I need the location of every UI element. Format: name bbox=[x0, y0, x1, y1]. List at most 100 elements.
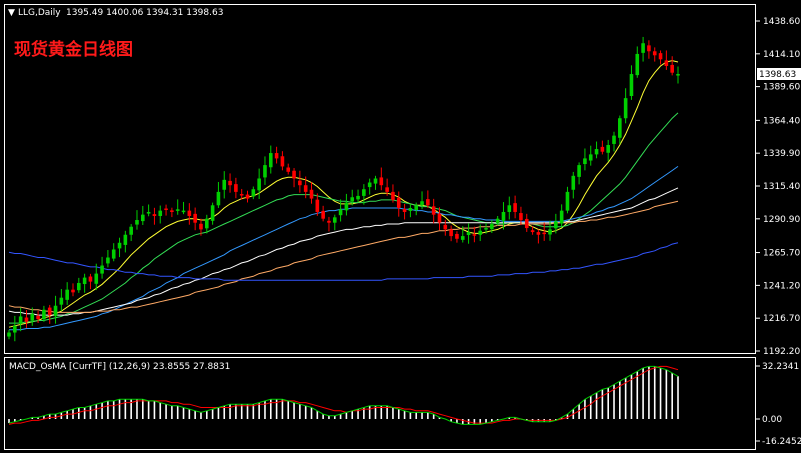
symbol-marker-icon[interactable]: ▼ bbox=[8, 8, 15, 18]
candle-body bbox=[106, 257, 110, 264]
candle-body bbox=[635, 53, 640, 76]
candle-body bbox=[618, 118, 622, 138]
macd-axis-zero: 0.00 bbox=[762, 415, 782, 425]
candle-body bbox=[379, 177, 384, 186]
candle-body bbox=[141, 214, 145, 222]
candle-body bbox=[82, 277, 87, 285]
candle-body bbox=[629, 74, 634, 96]
candle-body bbox=[234, 184, 238, 192]
candle-body bbox=[42, 309, 46, 320]
candle-body bbox=[647, 45, 651, 52]
candle-body bbox=[36, 315, 40, 320]
candle-body bbox=[100, 265, 104, 274]
candle-body bbox=[251, 189, 256, 197]
candle-body bbox=[530, 230, 535, 233]
candle-body bbox=[152, 214, 157, 216]
candle-body bbox=[385, 187, 389, 192]
candle-body bbox=[309, 189, 314, 199]
candle-body bbox=[519, 213, 523, 221]
candle-body bbox=[94, 273, 99, 284]
price-axis-label: 1192.20 bbox=[763, 347, 800, 357]
candle-body bbox=[123, 234, 128, 245]
candle-body bbox=[548, 229, 552, 235]
candle-body bbox=[559, 210, 564, 224]
candle-body bbox=[373, 178, 378, 184]
candle-body bbox=[455, 233, 459, 239]
candle-body bbox=[129, 226, 133, 235]
candle-body bbox=[245, 194, 250, 199]
candle-body bbox=[228, 180, 232, 186]
candle-body bbox=[274, 153, 279, 159]
macd-axis-max: 32.2341 bbox=[762, 362, 799, 372]
candle-body bbox=[199, 223, 203, 230]
candle-body bbox=[443, 224, 448, 230]
price-axis-label: 1290.90 bbox=[763, 215, 800, 225]
candle-body bbox=[7, 332, 11, 337]
candle-body bbox=[420, 201, 424, 206]
price-axis-label: 1389.60 bbox=[763, 83, 800, 93]
macd-axis-min: -16.2452 bbox=[762, 437, 801, 447]
candle-body bbox=[670, 64, 674, 73]
candle-body bbox=[600, 146, 605, 152]
candle-body bbox=[658, 53, 663, 60]
candle-body bbox=[30, 313, 35, 321]
symbol-label: LLG,Daily bbox=[18, 8, 61, 18]
candle-body bbox=[338, 209, 343, 216]
macd-label: MACD_OsMA [CurrTF] (12,26,9) 23.8555 27.… bbox=[9, 362, 230, 372]
price-axis-label: 1438.60 bbox=[763, 17, 800, 27]
candle-body bbox=[65, 289, 69, 300]
candle-body bbox=[676, 74, 680, 76]
candle-body bbox=[158, 210, 163, 216]
candle-body bbox=[536, 232, 541, 235]
ohlc-values: 1395.49 1400.06 1394.31 1398.63 bbox=[66, 8, 223, 18]
price-axis-label: 1315.40 bbox=[763, 182, 800, 192]
candle-body bbox=[13, 325, 17, 333]
candle-body bbox=[356, 195, 360, 200]
candle-body bbox=[170, 210, 174, 212]
candle-body bbox=[181, 210, 186, 213]
candle-body bbox=[175, 209, 180, 211]
candle-body bbox=[623, 98, 628, 119]
candle-body bbox=[59, 297, 64, 305]
candle-body bbox=[204, 218, 209, 229]
candle-body bbox=[146, 211, 151, 214]
candle-body bbox=[542, 232, 546, 235]
candle-body bbox=[216, 191, 221, 206]
candle-body bbox=[484, 228, 488, 230]
price-axis-label: 1364.40 bbox=[763, 116, 800, 126]
candle-body bbox=[315, 199, 320, 212]
price-axis-label: 1265.70 bbox=[763, 249, 800, 259]
candle-body bbox=[135, 220, 139, 225]
candle-body bbox=[321, 210, 325, 219]
candle-body bbox=[53, 305, 58, 317]
candle-body bbox=[408, 207, 413, 211]
candle-body bbox=[460, 236, 465, 240]
trading-chart: ▼ LLG,Daily 1395.49 1400.06 1394.31 1398… bbox=[0, 0, 801, 453]
candle-body bbox=[263, 165, 267, 178]
candle-body bbox=[612, 135, 616, 144]
candle-body bbox=[588, 154, 593, 161]
price-axis-label: 1241.20 bbox=[763, 281, 800, 291]
candle-body bbox=[594, 149, 599, 155]
candle-body bbox=[414, 205, 419, 211]
candle-body bbox=[437, 213, 442, 223]
price-axis-label: 1339.90 bbox=[763, 149, 800, 159]
candle-body bbox=[606, 145, 610, 153]
candle-body bbox=[193, 213, 197, 223]
candle-body bbox=[641, 43, 645, 53]
candle-body bbox=[495, 218, 500, 223]
candle-body bbox=[449, 229, 453, 237]
candle-body bbox=[210, 205, 215, 221]
candle-body bbox=[18, 316, 23, 324]
candle-body bbox=[501, 211, 506, 221]
candle-body bbox=[507, 205, 512, 212]
candle-body bbox=[71, 289, 75, 293]
candle-body bbox=[583, 158, 587, 165]
candle-body bbox=[298, 180, 302, 186]
candle-body bbox=[257, 178, 261, 191]
candle-body bbox=[362, 189, 366, 196]
candle-body bbox=[664, 60, 669, 66]
candle-body bbox=[47, 307, 52, 316]
candle-body bbox=[478, 230, 483, 235]
candle-body bbox=[268, 153, 273, 168]
